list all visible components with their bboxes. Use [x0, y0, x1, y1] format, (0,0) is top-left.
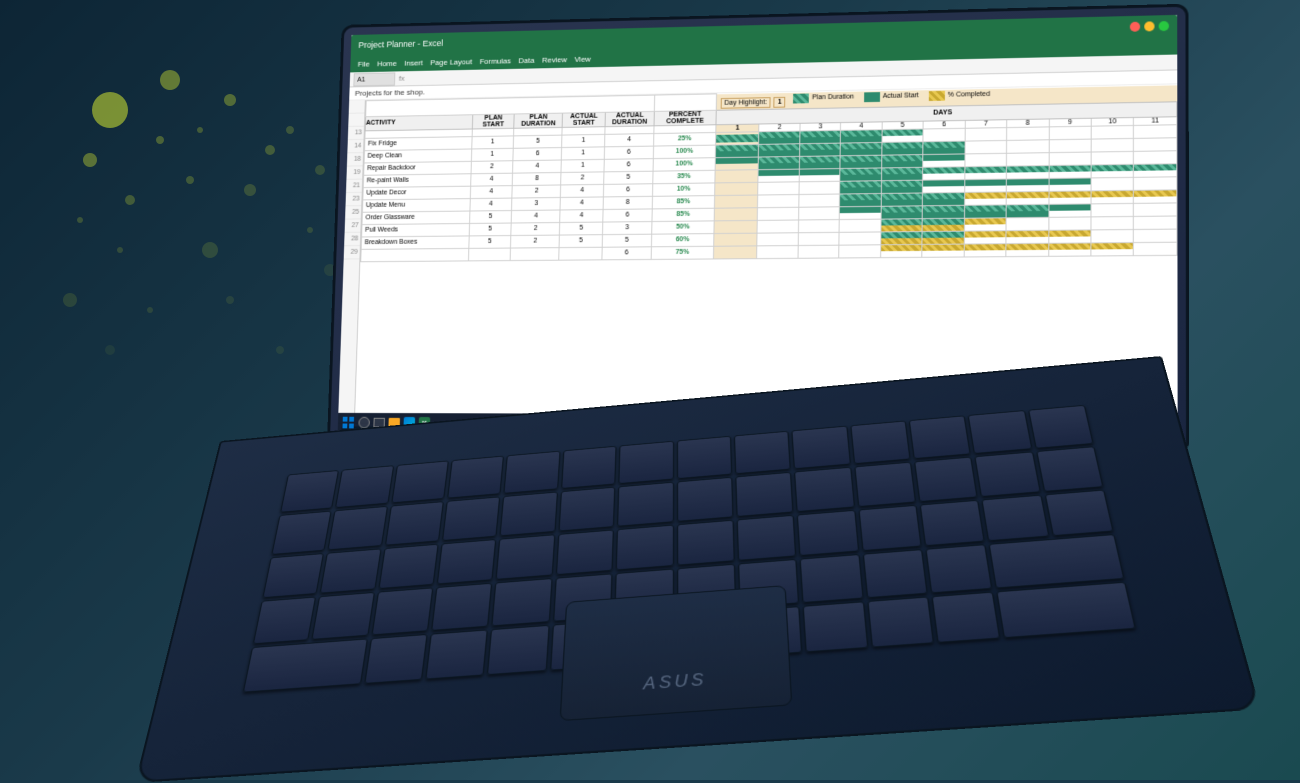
key-backslash[interactable]: [1044, 489, 1113, 536]
key-5[interactable]: [558, 487, 615, 532]
key-f1[interactable]: [335, 465, 393, 507]
key-f10[interactable]: [850, 421, 911, 464]
key-bracket-close[interactable]: [982, 494, 1050, 541]
key-semicolon[interactable]: [862, 550, 927, 599]
key-9[interactable]: [794, 467, 854, 512]
key-t[interactable]: [556, 529, 614, 575]
key-bracket-open[interactable]: [920, 499, 986, 546]
key-shift-left[interactable]: [243, 639, 368, 693]
touchpad[interactable]: [560, 585, 793, 721]
key-delete[interactable]: [1028, 405, 1094, 449]
key-s[interactable]: [371, 588, 433, 636]
day-highlight-value: 1: [774, 96, 786, 107]
key-equal[interactable]: [975, 451, 1041, 496]
key-esc[interactable]: [280, 470, 339, 512]
key-i[interactable]: [737, 515, 797, 562]
key-quote[interactable]: [925, 545, 992, 594]
windows-start-icon[interactable]: [342, 416, 356, 430]
key-f12[interactable]: [968, 410, 1032, 454]
key-f[interactable]: [492, 578, 553, 626]
key-backspace[interactable]: [1036, 446, 1104, 491]
key-f3[interactable]: [447, 456, 504, 499]
key-f6[interactable]: [619, 441, 674, 484]
gantt-table: Day Highlight: 1 Plan Duration: [360, 84, 1177, 261]
key-8[interactable]: [735, 472, 793, 517]
legend-actual: Actual Start: [864, 91, 919, 102]
key-u[interactable]: [677, 519, 735, 566]
key-1[interactable]: [328, 506, 388, 550]
key-f9[interactable]: [792, 426, 851, 469]
key-x[interactable]: [425, 630, 488, 680]
key-shift-right[interactable]: [997, 582, 1136, 638]
key-d[interactable]: [431, 583, 492, 631]
key-q[interactable]: [320, 548, 381, 594]
key-minus[interactable]: [914, 456, 978, 501]
key-caps[interactable]: [253, 597, 317, 645]
key-f8[interactable]: [734, 431, 791, 474]
key-comma[interactable]: [803, 602, 868, 653]
day-highlight-label: Day Highlight:: [720, 97, 770, 109]
key-p[interactable]: [858, 505, 922, 552]
key-6[interactable]: [617, 482, 673, 527]
legend-complete: % Completed: [929, 89, 990, 100]
legend-plan: Plan Duration: [793, 92, 854, 103]
key-4[interactable]: [500, 491, 558, 535]
key-period[interactable]: [867, 597, 934, 648]
key-y[interactable]: [616, 524, 674, 570]
key-l[interactable]: [800, 554, 863, 603]
key-slash[interactable]: [931, 592, 1000, 643]
key-a[interactable]: [312, 592, 375, 640]
key-f11[interactable]: [909, 415, 971, 458]
key-tab[interactable]: [262, 553, 324, 599]
key-3[interactable]: [442, 496, 500, 540]
key-enter[interactable]: [989, 534, 1125, 588]
key-e[interactable]: [437, 539, 497, 585]
key-o[interactable]: [797, 510, 859, 557]
cell-ref[interactable]: A1: [353, 72, 395, 86]
key-z[interactable]: [364, 634, 428, 684]
laptop-scene: Project Planner - Excel File Home Insert…: [0, 0, 1300, 780]
key-c[interactable]: [487, 625, 549, 675]
key-w[interactable]: [378, 543, 439, 589]
sheet-subtitle: Projects for the shop.: [355, 88, 425, 98]
key-0[interactable]: [854, 462, 916, 507]
key-f7[interactable]: [677, 436, 732, 479]
key-2[interactable]: [385, 501, 444, 545]
excel-title: Project Planner - Excel: [358, 38, 443, 49]
key-7[interactable]: [677, 477, 734, 522]
key-f5[interactable]: [561, 446, 617, 489]
key-f4[interactable]: [504, 451, 560, 494]
key-f2[interactable]: [391, 461, 449, 504]
key-r[interactable]: [496, 534, 555, 580]
key-backtick[interactable]: [271, 511, 332, 555]
